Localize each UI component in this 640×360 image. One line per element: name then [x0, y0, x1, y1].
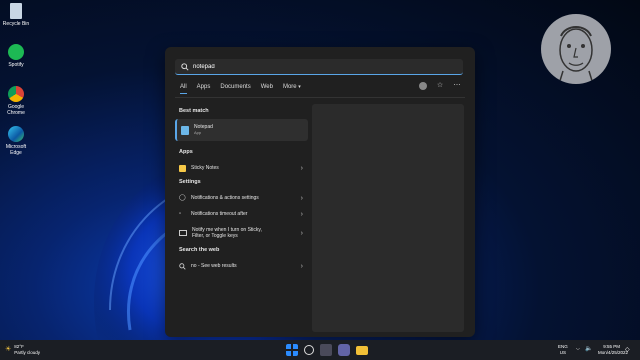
- tray-region: US: [559, 349, 567, 355]
- web-result[interactable]: no - See web results ›: [175, 258, 308, 274]
- setting-result-notify-sticky[interactable]: Notify me when I turn on Sticky, Filter,…: [175, 222, 308, 244]
- chrome-icon: [8, 86, 24, 102]
- search-icon: [179, 262, 186, 270]
- edge-icon: [8, 126, 24, 142]
- chevron-right-icon: ›: [300, 262, 303, 270]
- desktop-icon-recycle-bin[interactable]: Recycle Bin: [2, 3, 30, 27]
- search-box[interactable]: [175, 59, 463, 75]
- apps-header: Apps: [179, 149, 193, 155]
- weather-icon: ☀: [5, 345, 12, 353]
- tab-all[interactable]: All: [180, 84, 187, 94]
- result-label: no - See web results: [191, 263, 237, 269]
- more-options-icon[interactable]: ⋯: [453, 82, 461, 90]
- notification-center-icon[interactable]: ◇: [625, 346, 630, 353]
- taskbar-apps: [286, 344, 368, 356]
- keyboard-icon: [179, 230, 187, 236]
- chevron-right-icon: ›: [300, 229, 303, 237]
- file-explorer-icon[interactable]: [356, 346, 368, 355]
- taskbar: ☀ 82°F Partly cloudy ENG US ⌵ 🔈 9:55 PM …: [0, 340, 640, 360]
- clock-date: Mon/4/25/2022: [598, 349, 629, 355]
- tab-apps[interactable]: Apps: [197, 84, 211, 90]
- web-header: Search the web: [179, 247, 220, 253]
- result-subtitle: App: [194, 130, 202, 135]
- share-icon[interactable]: ☆: [436, 82, 444, 90]
- search-icon: [181, 62, 189, 71]
- recycle-bin-icon: [10, 3, 22, 19]
- notepad-icon: [181, 125, 189, 135]
- chevron-right-icon: ›: [300, 194, 303, 202]
- weather-condition: Partly cloudy: [14, 349, 41, 355]
- desktop-icon-label: Microsoft Edge: [5, 144, 27, 156]
- task-view-icon[interactable]: [320, 344, 332, 356]
- start-icon[interactable]: [286, 344, 298, 356]
- tray-lang: ENG: [558, 344, 568, 349]
- search-input[interactable]: [189, 63, 433, 70]
- chat-icon[interactable]: [338, 344, 350, 356]
- chevron-right-icon: ›: [300, 164, 303, 172]
- sticky-notes-icon: [179, 164, 186, 172]
- divider: [175, 97, 465, 98]
- search-panel: All Apps Documents Web More ▾ ☆ ⋯ Best m…: [165, 47, 475, 337]
- desktop-icon-label: Spotify: [8, 62, 24, 68]
- network-icon[interactable]: ⌵: [576, 346, 580, 352]
- desktop-icon-edge[interactable]: Microsoft Edge: [2, 126, 30, 156]
- result-label: Sticky Notes: [191, 165, 219, 171]
- weather-widget[interactable]: ☀ 82°F Partly cloudy: [5, 344, 40, 355]
- result-label-line2: Filter, or Toggle keys: [192, 233, 238, 239]
- notification-icon: ▫: [179, 210, 182, 217]
- desktop-icon-spotify[interactable]: Spotify: [2, 44, 30, 68]
- desktop-icon-label: Recycle Bin: [2, 21, 30, 27]
- language-indicator[interactable]: ENG US: [558, 344, 568, 355]
- face-sketch-icon: [558, 26, 594, 84]
- webcam-avatar: [541, 14, 611, 84]
- best-match-notepad[interactable]: Notepad App: [175, 119, 308, 141]
- desktop-icon-chrome[interactable]: Google Chrome: [2, 86, 30, 116]
- tab-web[interactable]: Web: [261, 84, 273, 90]
- clock[interactable]: 9:55 PM Mon/4/25/2022: [598, 344, 629, 355]
- result-label: Notifications & actions settings: [191, 195, 259, 201]
- tab-more-label: More: [282, 84, 297, 90]
- volume-icon[interactable]: 🔈: [585, 345, 592, 352]
- setting-result-notifications-timeout[interactable]: ▫ Notifications timeout after ›: [175, 206, 308, 222]
- best-match-header: Best match: [179, 108, 209, 114]
- result-label: Notifications timeout after: [191, 211, 248, 217]
- results-list: Best match Notepad App Apps Sticky Notes…: [175, 104, 308, 274]
- preview-pane: [312, 104, 464, 332]
- header-actions: ☆ ⋯: [419, 82, 461, 90]
- chevron-down-icon: ▾: [298, 84, 301, 90]
- settings-header: Settings: [179, 179, 201, 185]
- search-taskbar-icon[interactable]: [304, 345, 314, 355]
- app-result-sticky-notes[interactable]: Sticky Notes ›: [175, 160, 308, 176]
- spotify-icon: [8, 44, 24, 60]
- tab-documents[interactable]: Documents: [220, 84, 250, 90]
- setting-result-notifications-actions[interactable]: ◯ Notifications & actions settings ›: [175, 190, 308, 206]
- tab-more[interactable]: More ▾: [283, 84, 301, 90]
- chevron-right-icon: ›: [300, 210, 303, 218]
- bell-icon: ◯: [179, 194, 186, 201]
- filter-tabs: All Apps Documents Web More ▾: [180, 84, 301, 94]
- account-avatar-icon[interactable]: [419, 82, 427, 90]
- desktop-icon-label: Google Chrome: [7, 104, 25, 116]
